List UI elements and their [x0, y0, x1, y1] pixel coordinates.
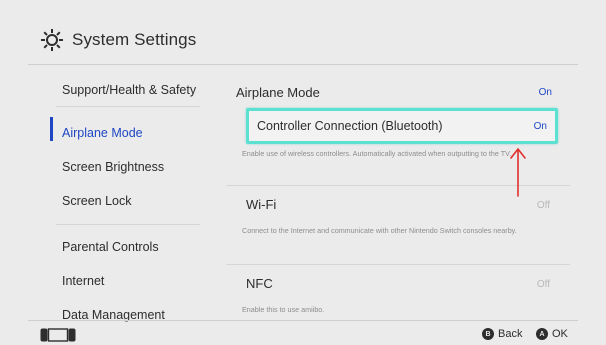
sidebar [0, 65, 216, 320]
back-button[interactable]: B Back [482, 328, 522, 340]
page-title: System Settings [72, 30, 197, 49]
sidebar-item-screen-brightness[interactable]: Screen Brightness [62, 160, 164, 174]
content-divider [226, 264, 570, 265]
wifi-label: Wi-Fi [246, 197, 277, 212]
wifi-description: Connect to the Internet and communicate … [242, 226, 517, 235]
sidebar-active-indicator [50, 117, 53, 141]
ok-button[interactable]: A OK [536, 328, 568, 340]
controller-connection-row[interactable]: Controller Connection (Bluetooth) On [246, 108, 558, 144]
controller-connection-description: Enable use of wireless controllers. Auto… [242, 149, 512, 158]
sidebar-item-parental-controls[interactable]: Parental Controls [62, 240, 159, 254]
controller-connection-status: On [533, 121, 547, 132]
controller-connection-label: Controller Connection (Bluetooth) [257, 119, 443, 133]
airplane-mode-row[interactable]: Airplane Mode On [236, 85, 552, 103]
airplane-mode-status: On [538, 87, 552, 98]
nfc-status: Off [536, 279, 550, 290]
back-label: Back [498, 328, 523, 340]
nfc-row[interactable]: NFC Off [246, 276, 550, 294]
header: System Settings [0, 0, 606, 68]
wifi-status: Off [536, 200, 550, 211]
footer-divider [28, 320, 578, 321]
b-button-icon: B [482, 328, 494, 340]
gear-icon [41, 29, 63, 51]
sidebar-item-internet[interactable]: Internet [62, 274, 104, 288]
nfc-label: NFC [246, 276, 273, 291]
sidebar-item-support-health-safety[interactable]: Support/Health & Safety [62, 83, 196, 97]
console-icon [40, 328, 76, 342]
annotation-arrow-icon [510, 147, 526, 197]
sidebar-divider [56, 224, 200, 225]
sidebar-item-airplane-mode[interactable]: Airplane Mode [62, 126, 143, 140]
sidebar-item-screen-lock[interactable]: Screen Lock [62, 194, 131, 208]
ok-label: OK [552, 328, 568, 340]
wifi-row[interactable]: Wi-Fi Off [246, 197, 550, 215]
airplane-mode-label: Airplane Mode [236, 85, 320, 100]
nfc-description: Enable this to use amiibo. [242, 305, 325, 314]
sidebar-divider [56, 106, 200, 107]
footer: B Back A OK [0, 320, 606, 345]
a-button-icon: A [536, 328, 548, 340]
